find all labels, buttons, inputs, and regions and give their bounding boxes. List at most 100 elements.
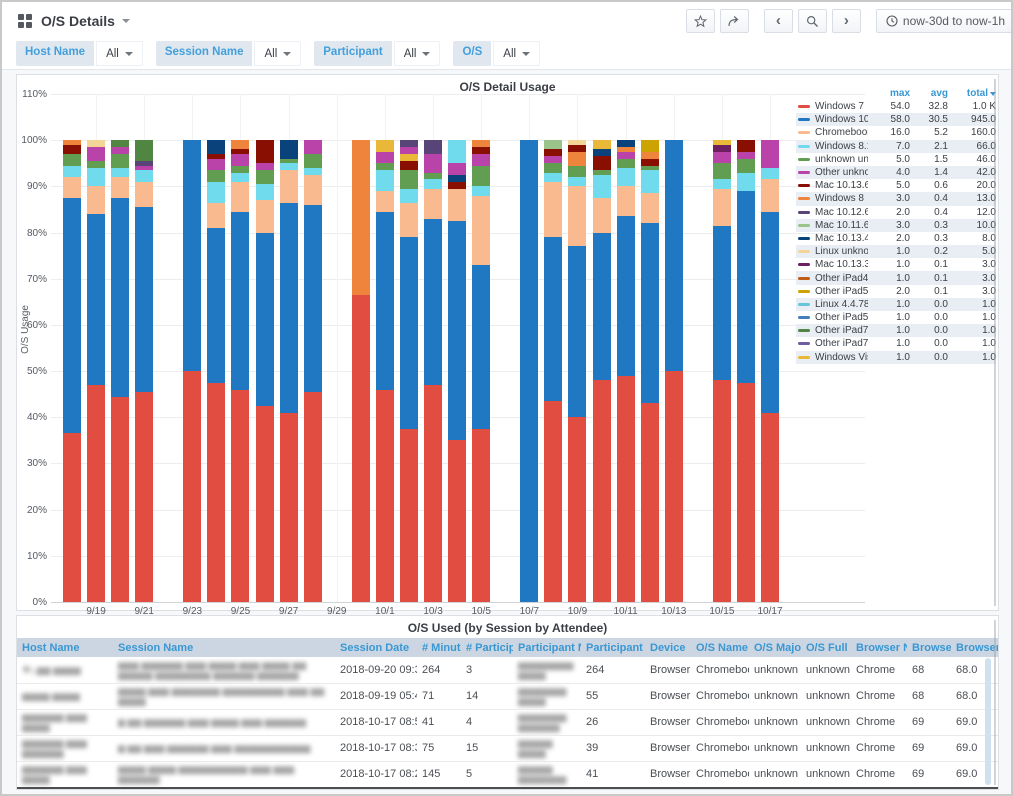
bar-segment[interactable] <box>593 149 611 156</box>
bar-segment[interactable] <box>376 163 394 170</box>
bar-segment[interactable] <box>424 189 442 219</box>
legend-series-name[interactable]: Other iPad7,5 <box>815 338 868 349</box>
bar-stack[interactable] <box>665 140 683 602</box>
legend-item[interactable]: Other unknown4.01.442.0 <box>796 166 996 179</box>
legend-item[interactable]: Other iPad4,11.00.13.0 <box>796 271 996 284</box>
bar-segment[interactable] <box>207 383 225 602</box>
bar-segment[interactable] <box>544 156 562 163</box>
bar-segment[interactable] <box>135 207 153 392</box>
bar-segment[interactable] <box>111 147 129 154</box>
bar-segment[interactable] <box>304 168 322 175</box>
legend-series-name[interactable]: Mac 10.13.3 <box>815 259 868 270</box>
legend-item[interactable]: Windows 1058.030.5945.0 <box>796 113 996 126</box>
legend-series-name[interactable]: Windows 8 <box>815 193 868 204</box>
bar-segment[interactable] <box>472 196 490 265</box>
bar-segment[interactable] <box>761 140 779 168</box>
bar-segment[interactable] <box>737 159 755 173</box>
bar-segment[interactable] <box>448 175 466 182</box>
bar-segment[interactable] <box>231 166 249 173</box>
bar-segment[interactable] <box>424 154 442 172</box>
bar-segment[interactable] <box>737 152 755 159</box>
bar-segment[interactable] <box>568 177 586 186</box>
bar-segment[interactable] <box>448 140 466 163</box>
bar-segment[interactable] <box>737 140 755 152</box>
bar-stack[interactable] <box>568 140 586 602</box>
bar-segment[interactable] <box>713 189 731 226</box>
dashboard-grid-icon[interactable] <box>18 14 32 28</box>
legend-item[interactable]: Mac 10.13.42.00.38.0 <box>796 232 996 245</box>
bar-segment[interactable] <box>231 140 249 149</box>
column-header--participants[interactable]: # Participants <box>461 638 513 657</box>
bar-segment[interactable] <box>207 170 225 182</box>
bar-stack[interactable] <box>207 140 225 602</box>
legend-item[interactable]: Windows 754.032.81.0 K <box>796 100 996 113</box>
bar-segment[interactable] <box>63 433 81 602</box>
bar-segment[interactable] <box>280 413 298 602</box>
time-back-button[interactable]: ‹ <box>764 9 793 33</box>
filter-label[interactable]: Session Name <box>156 41 253 66</box>
filter-value-dropdown[interactable]: All <box>254 41 301 66</box>
bar-segment[interactable] <box>448 182 466 189</box>
bar-segment[interactable] <box>544 401 562 602</box>
bar-segment[interactable] <box>231 182 249 212</box>
bar-segment[interactable] <box>761 179 779 211</box>
legend-sort-total[interactable]: total <box>948 88 996 99</box>
bar-stack[interactable] <box>352 140 370 602</box>
bar-stack[interactable] <box>737 140 755 602</box>
bar-stack[interactable] <box>761 140 779 602</box>
legend-series-name[interactable]: Other iPad5,4 <box>815 286 868 297</box>
bar-segment[interactable] <box>400 147 418 154</box>
bar-segment[interactable] <box>304 175 322 205</box>
column-header-browser-full[interactable]: Browser Full <box>951 638 998 657</box>
share-button[interactable] <box>720 9 749 33</box>
bar-stack[interactable] <box>617 140 635 602</box>
bar-segment[interactable] <box>400 237 418 429</box>
bar-stack[interactable] <box>280 140 298 602</box>
bar-segment[interactable] <box>737 173 755 191</box>
filter-label[interactable]: Host Name <box>16 41 94 66</box>
bar-segment[interactable] <box>231 390 249 602</box>
bar-segment[interactable] <box>400 203 418 238</box>
filter-label[interactable]: O/S <box>453 41 491 66</box>
bar-segment[interactable] <box>665 140 683 371</box>
bar-segment[interactable] <box>256 184 274 200</box>
bar-segment[interactable] <box>63 154 81 166</box>
bar-segment[interactable] <box>400 189 418 203</box>
legend-item[interactable]: Other iPad5,42.00.13.0 <box>796 285 996 298</box>
bar-segment[interactable] <box>87 168 105 186</box>
bar-segment[interactable] <box>472 186 490 195</box>
bar-segment[interactable] <box>304 154 322 168</box>
bar-stack[interactable] <box>256 140 274 602</box>
bar-segment[interactable] <box>641 152 659 159</box>
bar-stack[interactable] <box>87 140 105 602</box>
bar-segment[interactable] <box>472 140 490 147</box>
bar-stack[interactable] <box>472 140 490 602</box>
bar-segment[interactable] <box>593 156 611 170</box>
legend-item[interactable]: Mac 10.11.63.00.310.0 <box>796 219 996 232</box>
bar-segment[interactable] <box>593 233 611 381</box>
bar-segment[interactable] <box>135 170 153 182</box>
bar-segment[interactable] <box>617 216 635 375</box>
bar-segment[interactable] <box>617 159 635 168</box>
legend-series-name[interactable]: Linux 4.4.78-13889051 <box>815 299 868 310</box>
legend-item[interactable]: unknown unknown5.01.546.0 <box>796 153 996 166</box>
bar-stack[interactable] <box>713 140 731 602</box>
bar-segment[interactable] <box>424 140 442 154</box>
bar-segment[interactable] <box>256 163 274 170</box>
bar-segment[interactable] <box>713 380 731 602</box>
bar-segment[interactable] <box>256 406 274 602</box>
column-header-o-s-name[interactable]: O/S Name <box>691 638 749 657</box>
time-forward-button[interactable]: › <box>832 9 861 33</box>
bar-segment[interactable] <box>641 403 659 602</box>
bar-segment[interactable] <box>207 159 225 171</box>
bar-segment[interactable] <box>63 177 81 198</box>
bar-segment[interactable] <box>87 161 105 168</box>
legend-series-name[interactable]: unknown unknown <box>815 154 868 165</box>
legend-item[interactable]: Windows 83.00.413.0 <box>796 192 996 205</box>
bar-segment[interactable] <box>713 226 731 381</box>
bar-segment[interactable] <box>111 168 129 177</box>
legend-series-name[interactable]: Other unknown <box>815 167 868 178</box>
bar-segment[interactable] <box>737 191 755 383</box>
bar-segment[interactable] <box>256 233 274 406</box>
bar-stack[interactable] <box>304 140 322 602</box>
